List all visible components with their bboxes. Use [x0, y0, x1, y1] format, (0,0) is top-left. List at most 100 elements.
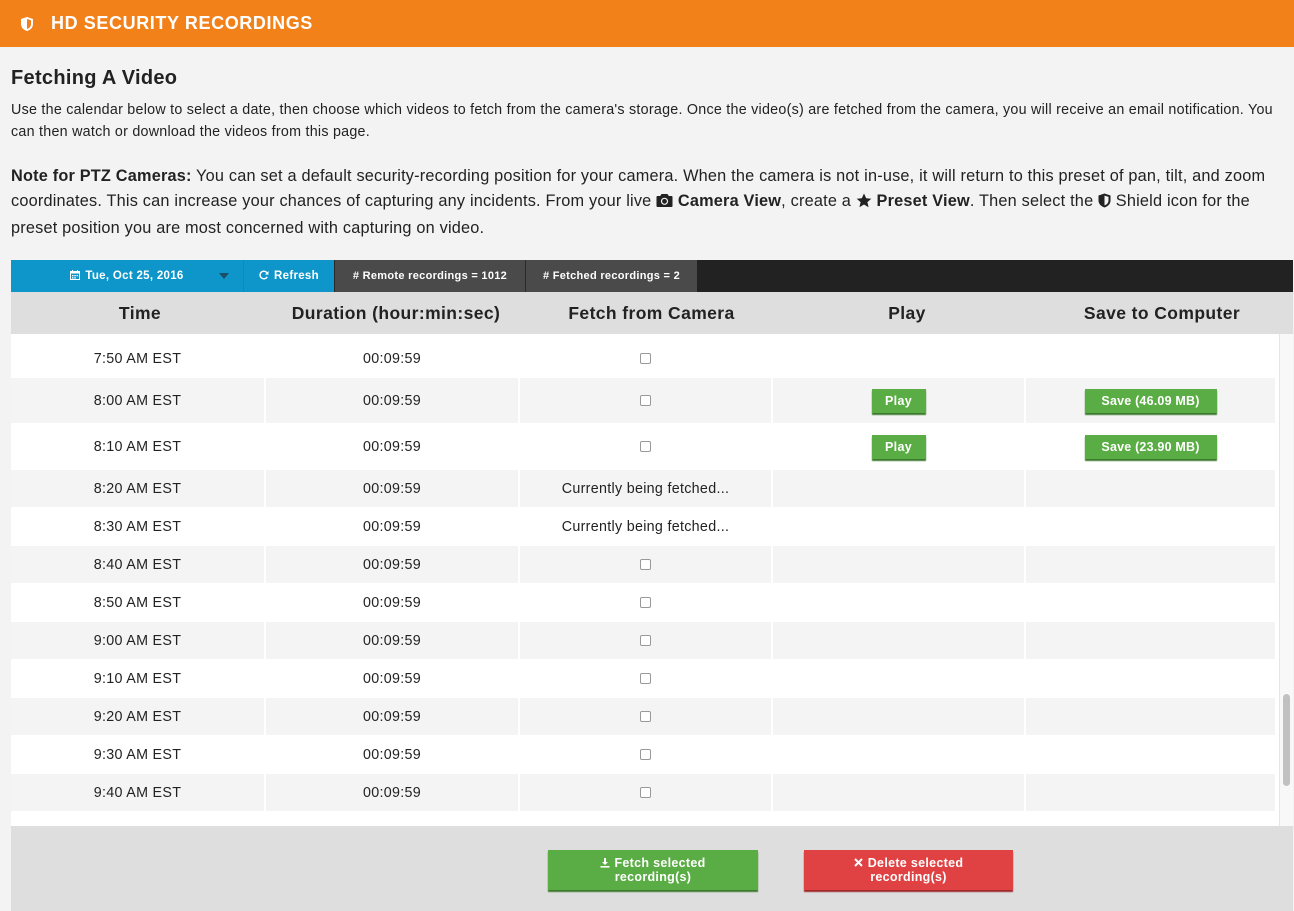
shield-icon [20, 16, 34, 32]
play-button[interactable]: Play [871, 434, 926, 459]
play-cell [773, 698, 1026, 735]
duration-cell: 00:09:59 [266, 622, 520, 659]
fetched-recordings-count: # Fetched recordings = 2 [525, 260, 697, 292]
save-cell [1026, 508, 1275, 545]
fetch-cell: Currently being fetched... [520, 470, 773, 507]
table-row: 8:40 AM EST 00:09:59 [11, 546, 1275, 584]
fetch-cell [520, 584, 773, 621]
fetch-cell [520, 660, 773, 697]
table-row: 7:50 AM EST 00:09:59 [11, 340, 1275, 378]
shield-icon [1098, 191, 1111, 216]
save-cell: Save (23.90 MB) [1026, 424, 1275, 469]
camera-view-label: Camera View [677, 192, 782, 210]
time-cell: 8:50 AM EST [11, 584, 266, 621]
save-cell [1026, 736, 1275, 773]
note-text: , create a [781, 192, 856, 210]
play-cell [773, 584, 1026, 621]
scrollbar-thumb[interactable] [1283, 694, 1290, 786]
delete-selected-label-line2: recording(s) [870, 870, 947, 884]
remote-recordings-count: # Remote recordings = 1012 [334, 260, 525, 292]
duration-cell: 00:09:59 [266, 774, 520, 811]
save-cell [1026, 622, 1275, 659]
fetch-cell [520, 546, 773, 583]
fetch-checkbox[interactable] [640, 711, 651, 722]
fetch-checkbox[interactable] [640, 749, 651, 760]
play-cell: Play [773, 424, 1026, 469]
play-cell [773, 546, 1026, 583]
fetch-cell [520, 424, 773, 469]
fetch-checkbox[interactable] [640, 559, 651, 570]
table-row: 9:20 AM EST 00:09:59 [11, 698, 1275, 736]
fetch-status: Currently being fetched... [561, 480, 730, 497]
save-cell [1026, 340, 1275, 377]
table-row: 8:30 AM EST 00:09:59 Currently being fet… [11, 508, 1275, 546]
date-picker-button[interactable]: Tue, Oct 25, 2016 [11, 260, 243, 292]
fetch-cell [520, 774, 773, 811]
column-header-save: Save to Computer [1083, 302, 1241, 323]
play-cell [773, 340, 1026, 377]
fetch-checkbox[interactable] [640, 787, 651, 798]
duration-cell: 00:09:59 [266, 508, 520, 545]
fetch-status: Currently being fetched... [561, 518, 730, 535]
duration-cell: 00:09:59 [266, 660, 520, 697]
duration-cell: 00:09:59 [266, 470, 520, 507]
play-button[interactable]: Play [871, 388, 926, 413]
refresh-icon [259, 270, 269, 283]
duration-cell: 00:09:59 [266, 698, 520, 735]
duration-cell: 00:09:59 [266, 378, 520, 423]
save-button[interactable]: Save (46.09 MB) [1084, 388, 1217, 413]
table-row: 9:30 AM EST 00:09:59 [11, 736, 1275, 774]
fetch-checkbox[interactable] [640, 597, 651, 608]
fetch-checkbox[interactable] [640, 395, 651, 406]
table-row: 9:40 AM EST 00:09:59 [11, 774, 1275, 812]
save-cell [1026, 470, 1275, 507]
save-cell [1026, 698, 1275, 735]
time-cell: 9:00 AM EST [11, 622, 266, 659]
save-cell [1026, 546, 1275, 583]
fetch-selected-label: Fetch selected [614, 856, 706, 870]
fetch-cell: Currently being fetched... [520, 508, 773, 545]
close-icon [854, 856, 868, 870]
fetch-checkbox[interactable] [640, 353, 651, 364]
time-cell: 9:20 AM EST [11, 698, 266, 735]
table-row: 9:10 AM EST 00:09:59 [11, 660, 1275, 698]
selected-date: Tue, Oct 25, 2016 [85, 270, 184, 282]
refresh-button[interactable]: Refresh [243, 260, 334, 292]
play-cell [773, 736, 1026, 773]
play-cell [773, 508, 1026, 545]
refresh-label: Refresh [274, 270, 319, 282]
save-cell [1026, 660, 1275, 697]
app-header: HD SECURITY RECORDINGS [0, 0, 1294, 47]
duration-cell: 00:09:59 [266, 424, 520, 469]
table-row: 8:50 AM EST 00:09:59 [11, 584, 1275, 622]
fetch-cell [520, 622, 773, 659]
table-scrollbar[interactable] [1279, 334, 1293, 826]
save-cell [1026, 584, 1275, 621]
note-label: Note for PTZ Cameras: [11, 167, 192, 185]
delete-selected-button[interactable]: Delete selected recording(s) [804, 850, 1013, 890]
fetch-checkbox[interactable] [640, 441, 651, 452]
time-cell: 7:50 AM EST [11, 340, 266, 377]
time-cell: 9:10 AM EST [11, 660, 266, 697]
fetch-cell [520, 736, 773, 773]
download-icon [600, 856, 614, 870]
fetch-cell [520, 698, 773, 735]
time-cell: 8:40 AM EST [11, 546, 266, 583]
play-cell [773, 660, 1026, 697]
duration-cell: 00:09:59 [266, 584, 520, 621]
time-cell: 8:10 AM EST [11, 424, 266, 469]
fetch-checkbox[interactable] [640, 635, 651, 646]
fetch-checkbox[interactable] [640, 673, 651, 684]
time-cell: 8:30 AM EST [11, 508, 266, 545]
delete-selected-label: Delete selected [867, 856, 964, 870]
save-button[interactable]: Save (23.90 MB) [1084, 434, 1217, 459]
play-cell [773, 470, 1026, 507]
play-cell [773, 774, 1026, 811]
time-cell: 9:40 AM EST [11, 774, 266, 811]
recordings-table: 7:50 AM EST 00:09:59 8:00 AM EST 00:09:5… [11, 334, 1279, 826]
fetch-selected-button[interactable]: Fetch selected recording(s) [548, 850, 758, 890]
save-cell: Save (46.09 MB) [1026, 378, 1275, 423]
recordings-toolbar: Tue, Oct 25, 2016 Refresh # Remote recor… [11, 260, 1293, 292]
page-title: Fetching A Video [11, 67, 178, 89]
time-cell: 8:20 AM EST [11, 470, 266, 507]
